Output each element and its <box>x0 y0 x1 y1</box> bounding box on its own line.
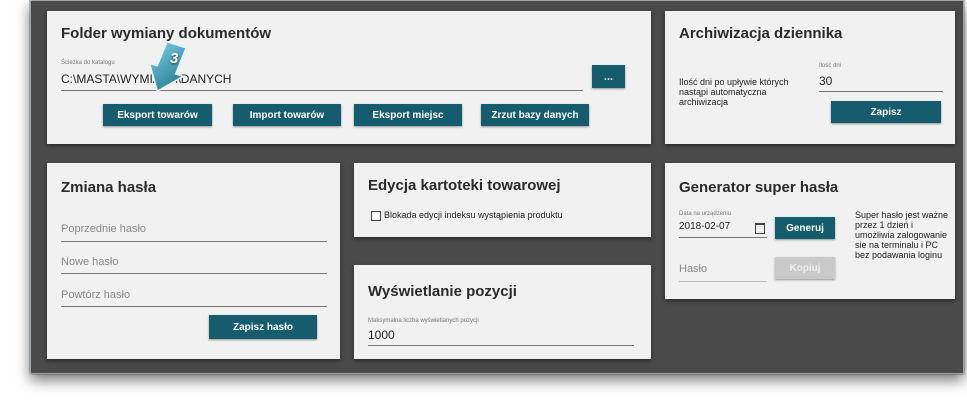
folder-title: Folder wymiany dokumentów <box>61 25 272 42</box>
super-password-input[interactable]: Hasło <box>679 263 707 275</box>
days-label: Ilość dni <box>819 63 842 69</box>
max-items-underline <box>368 345 634 346</box>
browse-button[interactable]: ... <box>592 65 625 88</box>
export-products-button[interactable]: Eksport towarów <box>103 104 212 126</box>
app-window: Folder wymiany dokumentów Ścieżka do kat… <box>30 0 964 374</box>
path-underline <box>61 90 583 91</box>
days-input[interactable]: 30 <box>819 74 832 88</box>
date-underline <box>679 237 767 238</box>
products-title: Edycja kartoteki towarowej <box>368 177 561 194</box>
lock-index-checkbox[interactable] <box>371 211 381 221</box>
new-password-input[interactable]: Nowe hasło <box>61 256 118 268</box>
date-label: Data na urządzeniu <box>679 211 732 217</box>
generator-card: Generator super hasła Data na urządzeniu… <box>665 163 955 299</box>
database-dump-button[interactable]: Zrzut bazy danych <box>481 104 589 126</box>
generator-info: Super hasło jest ważne przez 1 dzień i u… <box>855 210 949 260</box>
save-password-button[interactable]: Zapisz hasło <box>209 315 317 339</box>
copy-button[interactable]: Kopiuj <box>775 257 835 279</box>
products-card: Edycja kartoteki towarowej Blokada edycj… <box>354 163 651 237</box>
folder-card: Folder wymiany dokumentów Ścieżka do kat… <box>47 11 651 144</box>
annotation-arrow-icon <box>148 41 187 93</box>
generator-title: Generator super hasła <box>679 179 839 196</box>
export-places-button[interactable]: Eksport miejsc <box>354 104 462 126</box>
display-card: Wyświetlanie pozycji Maksymalna liczba w… <box>354 265 651 359</box>
max-items-label: Maksymalna liczba wyświetlanych pozycji <box>368 318 479 324</box>
old-password-input[interactable]: Poprzednie hasło <box>61 223 146 235</box>
archive-save-button[interactable]: Zapisz <box>831 101 941 123</box>
repeat-password-input[interactable]: Powtórz hasło <box>61 289 130 301</box>
lock-index-label: Blokada edycji indeksu wystąpienia produ… <box>384 210 563 220</box>
date-input[interactable]: 2018-02-07 <box>679 221 730 232</box>
repeat-password-underline <box>61 306 327 307</box>
old-password-underline <box>61 241 327 242</box>
calendar-icon[interactable] <box>755 223 765 234</box>
new-password-underline <box>61 273 327 274</box>
display-title: Wyświetlanie pozycji <box>368 283 517 300</box>
import-products-button[interactable]: Import towarów <box>233 104 341 126</box>
archive-card: Archiwizacja dziennika Ilość dni po upły… <box>665 11 955 144</box>
password-title: Zmiana hasła <box>61 179 157 196</box>
path-label: Ścieżka do katalogu <box>61 60 115 66</box>
days-underline <box>819 91 943 92</box>
archive-title: Archiwizacja dziennika <box>679 25 843 42</box>
max-items-input[interactable]: 1000 <box>368 328 395 342</box>
generate-button[interactable]: Generuj <box>775 217 835 239</box>
annotation-number: 3 <box>170 50 179 67</box>
super-password-underline <box>679 281 767 282</box>
password-card: Zmiana hasła Poprzednie hasło Nowe hasło… <box>47 163 340 359</box>
archive-description: Ilość dni po upływie których nastąpi aut… <box>679 77 789 107</box>
